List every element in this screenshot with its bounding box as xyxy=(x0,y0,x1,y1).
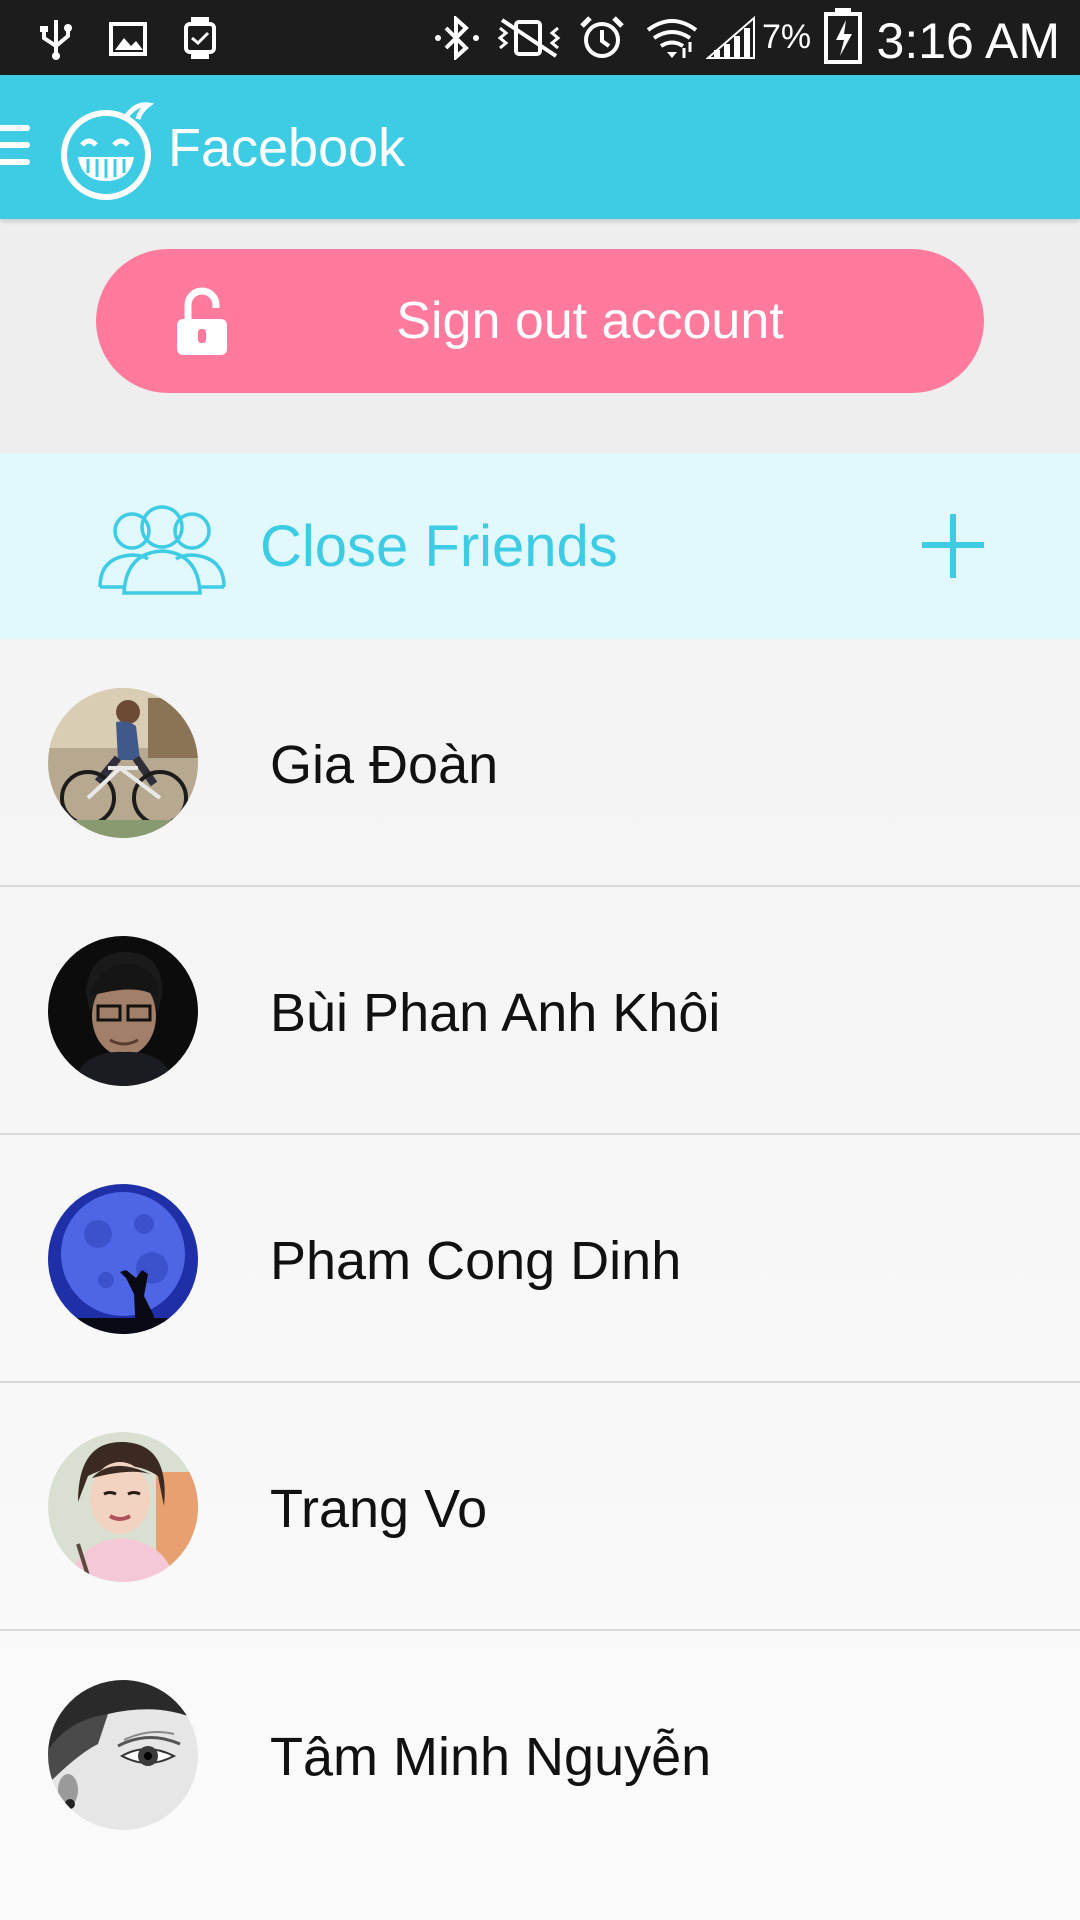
friend-row[interactable]: Gia Đoàn xyxy=(0,639,1080,887)
bluetooth-icon xyxy=(432,16,482,60)
usb-icon xyxy=(38,16,74,60)
alarm-icon xyxy=(578,16,626,60)
avatar xyxy=(48,1680,198,1830)
battery-percent: 7% xyxy=(762,18,812,56)
hamburger-menu-icon[interactable] xyxy=(0,125,30,165)
avatar xyxy=(48,1432,198,1582)
app-title: Facebook xyxy=(168,118,406,178)
battery-charging-icon xyxy=(824,8,862,64)
sign-out-button[interactable]: Sign out account xyxy=(96,249,984,393)
avatar xyxy=(48,688,198,838)
close-friends-header: Close Friends xyxy=(0,453,1080,639)
mute-vibrate-icon xyxy=(494,16,564,60)
avatar xyxy=(48,936,198,1086)
sign-out-label: Sign out account xyxy=(396,292,784,350)
friend-row[interactable]: Trang Vo xyxy=(0,1383,1080,1631)
friend-row[interactable]: Tâm Minh Nguyễn xyxy=(0,1631,1080,1879)
signal-icon xyxy=(706,16,758,60)
app-bar: Facebook xyxy=(0,75,1080,219)
signout-section: Sign out account xyxy=(0,219,1080,453)
friend-row[interactable]: Bùi Phan Anh Khôi xyxy=(0,887,1080,1135)
friend-name: Tâm Minh Nguyễn xyxy=(270,1727,712,1787)
group-icon xyxy=(96,501,228,595)
section-title: Close Friends xyxy=(260,514,618,579)
friend-list: Gia Đoàn Bùi Phan Anh Khôi Pham Cong Din… xyxy=(0,639,1080,1879)
watch-icon xyxy=(182,16,218,60)
grinning-face-logo-icon xyxy=(56,99,160,203)
friend-row[interactable]: Pham Cong Dinh xyxy=(0,1135,1080,1383)
clock: 3:16 AM xyxy=(876,13,1060,69)
friend-name: Trang Vo xyxy=(270,1479,488,1539)
wifi-icon xyxy=(646,16,698,60)
friend-name: Bùi Phan Anh Khôi xyxy=(270,983,721,1043)
app-root: 7% 3:16 AM Facebook Sign out account Clo… xyxy=(0,0,1080,1920)
friend-name: Pham Cong Dinh xyxy=(270,1231,682,1291)
friend-name: Gia Đoàn xyxy=(270,735,499,795)
status-bar: 7% 3:16 AM xyxy=(0,0,1080,75)
image-icon xyxy=(108,16,148,60)
avatar xyxy=(48,1184,198,1334)
add-friend-button[interactable] xyxy=(916,509,990,583)
